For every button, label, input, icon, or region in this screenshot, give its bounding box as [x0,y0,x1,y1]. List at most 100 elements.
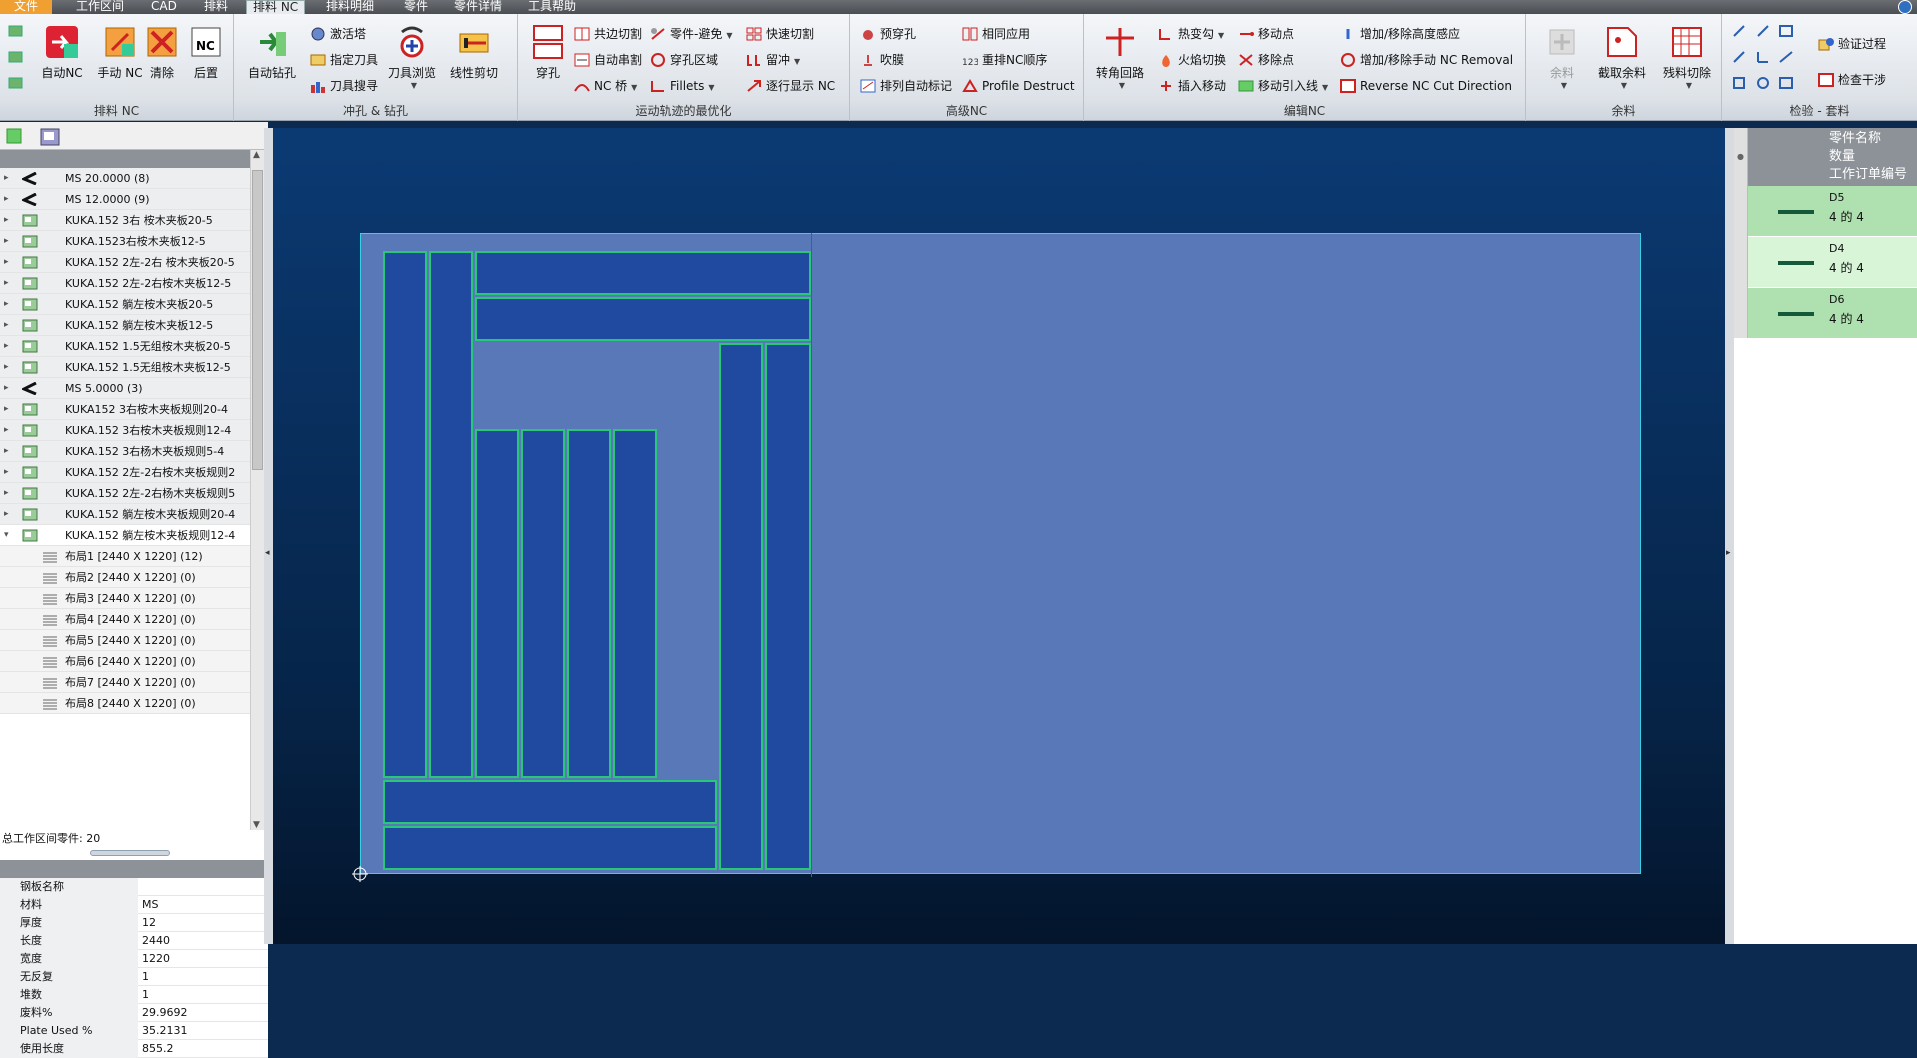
nested-part[interactable] [383,780,717,824]
tree-nest-item[interactable]: ▸ KUKA.152 1.5无组桉木夹板20-5 [0,336,250,357]
nested-part[interactable] [429,251,473,778]
fillets-button[interactable]: Fillets ▼ [648,76,715,96]
expand-icon[interactable]: ▸ [4,504,9,525]
verify-process-button[interactable]: 验证过程 [1816,34,1886,54]
reverse-nc-button[interactable]: Reverse NC Cut Direction [1338,76,1512,96]
remnant-button[interactable]: 余料 ▼ [1538,24,1586,90]
scroll-down-icon[interactable]: ▼ [253,820,260,830]
line-cut-button[interactable]: 线性剪切 [444,24,504,81]
tree-layout-item[interactable]: 布局7 [2440 X 1220] (0) [0,672,250,693]
tree-nest-item[interactable]: ▸ KUKA.1523右桉木夹板12-5 [0,231,250,252]
property-row[interactable]: 使用长度 855.2 [0,1040,268,1058]
nested-part[interactable] [383,826,717,870]
expand-icon[interactable]: ▸ [4,252,9,273]
tree-layout-item[interactable]: 布局6 [2440 X 1220] (0) [0,651,250,672]
menu-file[interactable]: 文件 [0,0,53,14]
part-row[interactable]: D5 4 的 4 [1748,186,1917,237]
move-leadin-dropdown-icon[interactable]: ▼ [1322,83,1328,92]
part-avoid-button[interactable]: 零件-避免 ▼ [648,24,733,44]
expand-icon[interactable]: ▸ [4,420,9,441]
property-value[interactable]: 1220 [140,950,170,968]
profile-destruct-button[interactable]: Profile Destruct [960,76,1075,96]
panel-splitter-handle[interactable] [90,850,170,856]
collapse-left-icon[interactable]: ◂ [265,548,270,558]
corner-loop-dropdown-icon[interactable]: ▼ [1098,81,1146,90]
expand-icon[interactable]: ▸ [4,441,9,462]
pierce-button[interactable]: 穿孔 [526,24,570,81]
post-button[interactable]: NC 后置 [180,24,232,81]
common-cut-button[interactable]: 共边切割 [572,24,642,44]
menu-part-detail[interactable]: 零件详情 [448,0,508,14]
nested-part[interactable] [475,251,811,295]
tool-search-button[interactable]: 刀具搜寻 [308,76,378,96]
move-leadin-button[interactable]: 移动引入线 ▼ [1236,76,1328,96]
fast-cut-button[interactable]: 快速切割 [744,24,814,44]
scrap-cut-dropdown-icon[interactable]: ▼ [1660,81,1718,90]
height-sense-button[interactable]: 增加/移除高度感应 [1338,24,1460,44]
menu-workspace[interactable]: 工作区间 [70,0,130,14]
pierce-area-button[interactable]: 穿孔区域 [648,50,718,70]
property-row[interactable]: 堆数 1 [0,986,268,1004]
tree-layout-item[interactable]: 布局2 [2440 X 1220] (0) [0,567,250,588]
reorder-nc-button[interactable]: 123 重排NC顺序 [960,50,1047,70]
tree-nest-item[interactable]: ▸ KUKA.152 3右 桉木夹板20-5 [0,210,250,231]
manual-nc-removal-button[interactable]: 增加/移除手动 NC Removal [1338,50,1513,70]
tree-nest-item[interactable]: ▸ KUKA.152 2左-2右杨木夹板规则5 [0,483,250,504]
expand-icon[interactable]: ▸ [4,189,9,210]
tree-nest-item[interactable]: ▸ KUKA152 3右桉木夹板规则20-4 [0,399,250,420]
step-show-nc-button[interactable]: 逐行显示 NC [744,76,835,96]
property-row[interactable]: 宽度 1220 [0,950,268,968]
expand-icon[interactable]: ▸ [4,168,9,189]
tree-layout-item[interactable]: 布局5 [2440 X 1220] (0) [0,630,250,651]
auto-mark-button[interactable]: 排列自动标记 [858,76,952,96]
hot-key-button[interactable]: 热变勾 ▼ [1156,24,1224,44]
part-row[interactable]: D4 4 的 4 [1748,237,1917,288]
property-value[interactable]: 29.9692 [140,1004,188,1022]
same-apply-button[interactable]: 相同应用 [960,24,1030,44]
nested-part[interactable] [521,429,565,778]
tree-nest-item[interactable]: ▸ KUKA.152 2左-2右 桉木夹板20-5 [0,252,250,273]
flame-cut-button[interactable]: 火焰切换 [1156,50,1226,70]
expand-icon[interactable]: ▸ [4,483,9,504]
auto-chain-button[interactable]: 自动串割 [572,50,642,70]
property-row[interactable]: 废料% 29.9692 [0,1004,268,1022]
activate-tower-button[interactable]: 激活塔 [308,24,366,44]
tool-browse-dropdown-icon[interactable]: ▼ [390,81,438,90]
left-splitter[interactable]: ◂ [264,128,273,944]
tree-nest-item[interactable]: ▸ KUKA.152 躺左桉木夹板20-5 [0,294,250,315]
property-value[interactable]: MS [140,896,158,914]
micro-joint-dropdown-icon[interactable]: ▼ [794,57,800,66]
check-interfere-button[interactable]: 检查干涉 [1816,70,1886,90]
menu-nest-detail[interactable]: 排料明细 [320,0,380,14]
property-value[interactable]: 35.2131 [140,1022,188,1040]
property-row[interactable]: Plate Used % 35.2131 [0,1022,268,1040]
tree-nest-item[interactable]: ▸ KUKA.152 躺左桉木夹板12-5 [0,315,250,336]
tree-nest-item[interactable]: ▸ KUKA.152 3右杨木夹板规则5-4 [0,441,250,462]
inspect-tool-grid[interactable] [1732,24,1802,94]
tree-nest-item[interactable]: ▾ KUKA.152 躺左桉木夹板规则12-4 [0,525,250,546]
nested-part[interactable] [567,429,611,778]
expand-icon[interactable]: ▸ [4,462,9,483]
cut-remnant-button[interactable]: 截取余料 ▼ [1592,24,1652,90]
expand-icon[interactable]: ▸ [4,336,9,357]
small-nest-icons[interactable] [8,24,24,94]
corner-loop-button[interactable]: 转角回路 ▼ [1094,24,1146,90]
nested-part[interactable] [383,251,427,778]
nested-part[interactable] [475,429,519,778]
expand-icon[interactable]: ▸ [4,315,9,336]
collapse-right-icon[interactable]: ▸ [1726,548,1731,558]
expand-icon[interactable]: ▸ [4,294,9,315]
nested-part[interactable] [613,429,657,778]
menu-cad[interactable]: CAD [145,0,183,14]
property-value[interactable]: 2440 [140,932,170,950]
property-row[interactable]: 材料 MS [0,896,268,914]
menu-nest[interactable]: 排料 [198,0,234,14]
property-value[interactable]: 855.2 [140,1040,174,1058]
property-value[interactable]: 12 [140,914,156,932]
hot-key-dropdown-icon[interactable]: ▼ [1218,31,1224,40]
tree-material-item[interactable]: ▸ MS 20.0000 (8) [0,168,250,189]
property-row[interactable]: 厚度 12 [0,914,268,932]
fillets-dropdown-icon[interactable]: ▼ [708,83,714,92]
nested-part[interactable] [719,343,763,870]
scrap-cut-button[interactable]: 残料切除 ▼ [1656,24,1718,90]
